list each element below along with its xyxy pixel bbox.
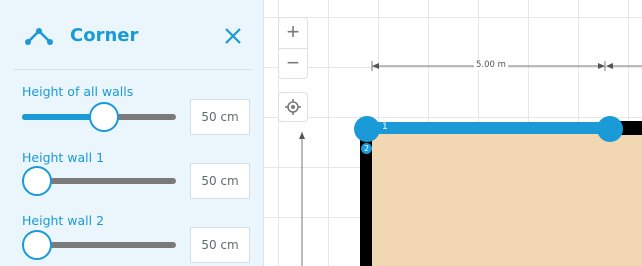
corner-node-left[interactable] xyxy=(354,116,380,142)
corner-node-right[interactable] xyxy=(597,116,623,142)
wall-length-dimension: 5.00 m xyxy=(474,60,508,70)
wall-1-number: 1 xyxy=(382,122,388,132)
wall-1-selected[interactable]: 1 xyxy=(366,122,610,134)
room-floor[interactable] xyxy=(360,129,642,266)
wall-2-number: 2 xyxy=(361,143,372,154)
